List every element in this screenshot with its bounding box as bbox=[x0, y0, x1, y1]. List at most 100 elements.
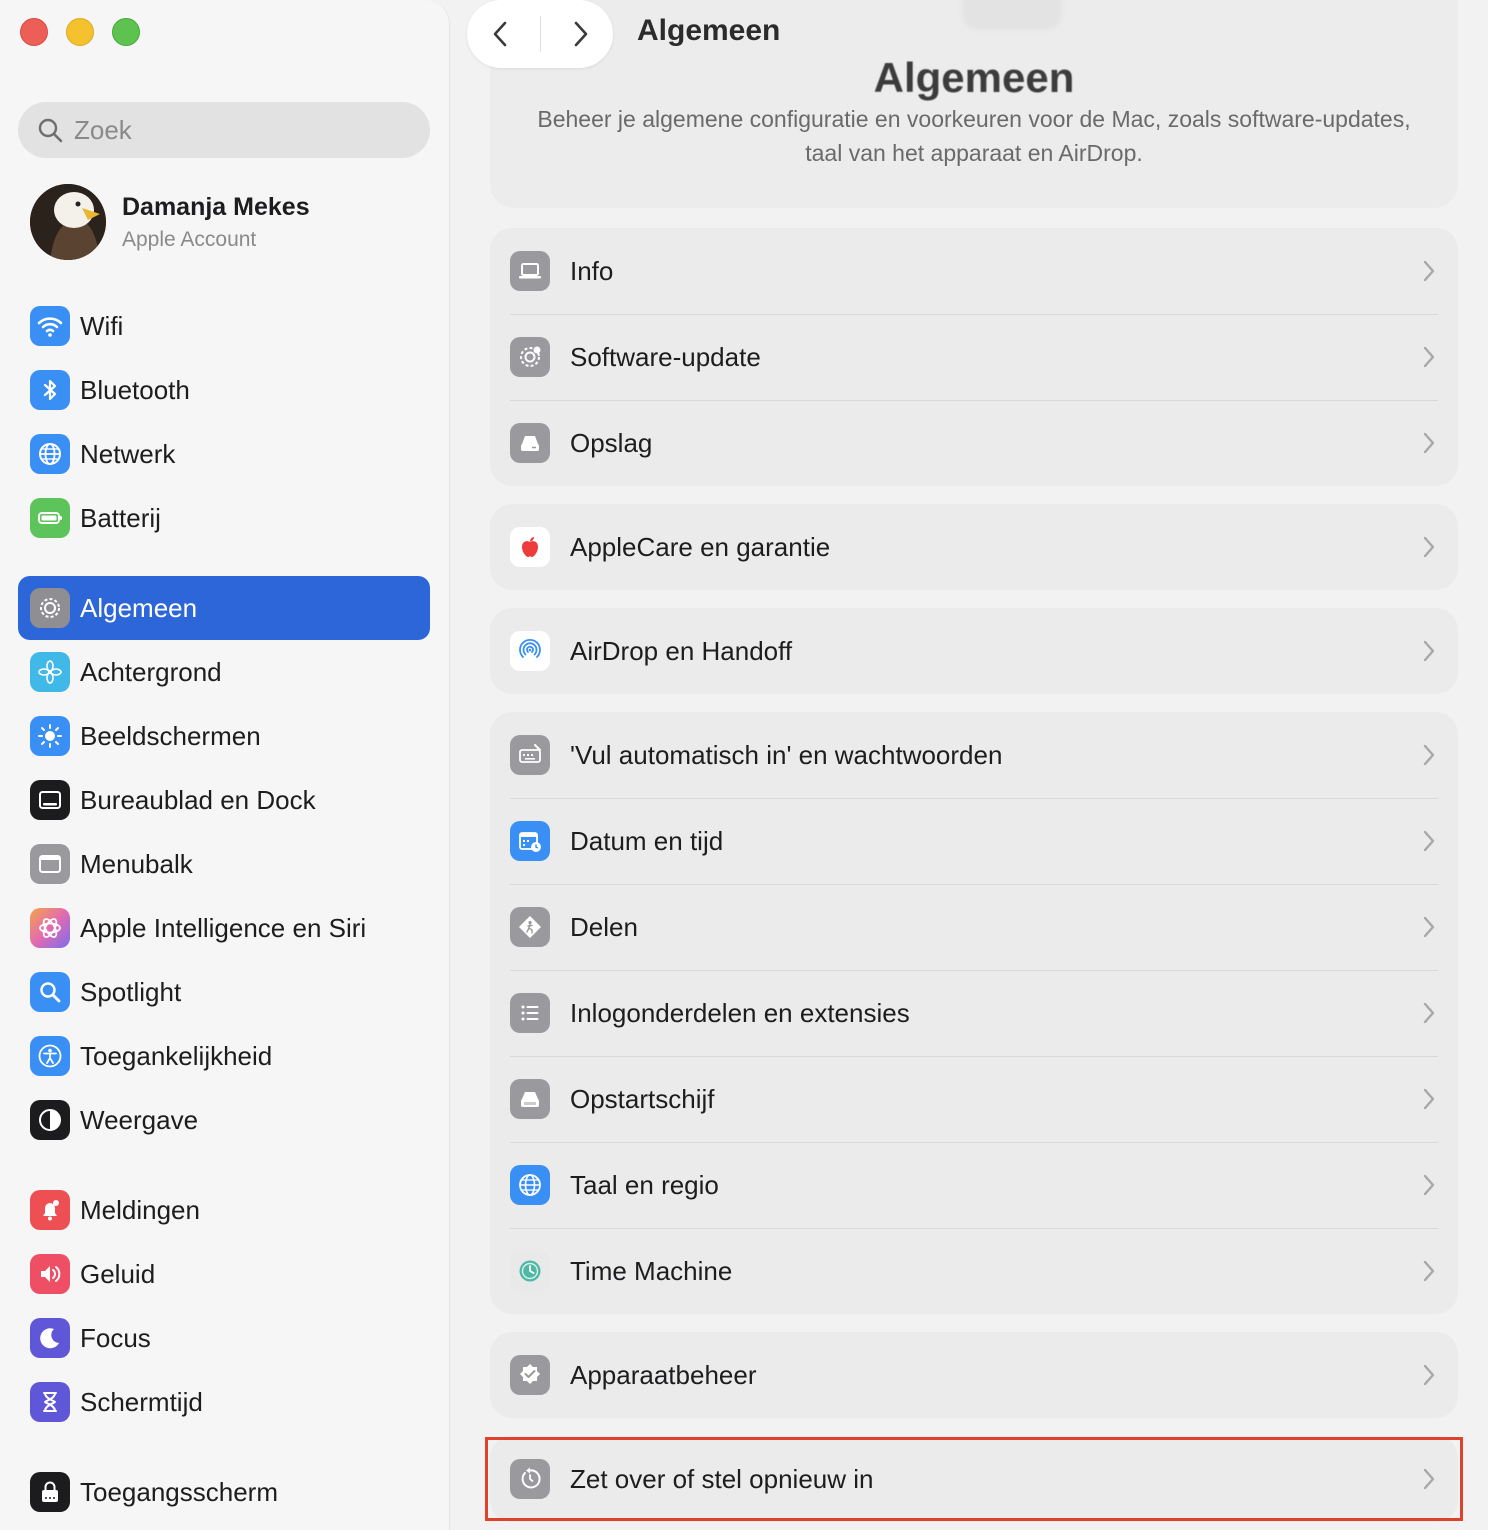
sidebar-item-wifi[interactable]: Wifi bbox=[18, 294, 430, 358]
sidebar-item-achtergrond[interactable]: Achtergrond bbox=[18, 640, 430, 704]
chevron-right-icon bbox=[1423, 260, 1435, 282]
chevron-right-icon bbox=[1423, 1002, 1435, 1024]
row-label: Taal en regio bbox=[570, 1169, 719, 1200]
magnifier-icon bbox=[30, 972, 70, 1012]
chevron-right-icon bbox=[1423, 536, 1435, 558]
gear-icon bbox=[30, 588, 70, 628]
row-autofill-passwords[interactable]: 'Vul automatisch in' en wachtwoorden bbox=[490, 712, 1458, 798]
header-card: Algemeen Beheer je algemene configuratie… bbox=[490, 0, 1458, 208]
siri-icon bbox=[30, 908, 70, 948]
settings-group: Apparaatbeheer bbox=[490, 1332, 1458, 1418]
avatar bbox=[30, 184, 106, 260]
badge-check-icon bbox=[510, 1355, 550, 1395]
account-name: Damanja Mekes bbox=[122, 192, 310, 221]
keyboard-icon bbox=[510, 735, 550, 775]
search-icon bbox=[38, 118, 63, 143]
chevron-right-icon bbox=[1423, 640, 1435, 662]
row-label: 'Vul automatisch in' en wachtwoorden bbox=[570, 739, 1003, 770]
divider bbox=[539, 16, 541, 52]
row-label: Info bbox=[570, 255, 614, 286]
dock-icon bbox=[30, 780, 70, 820]
battery-icon bbox=[30, 498, 70, 538]
general-settings-icon bbox=[962, 0, 1062, 30]
sidebar-item-algemeen[interactable]: Algemeen bbox=[18, 576, 430, 640]
sidebar-item-label: Wifi bbox=[80, 310, 124, 341]
row-label: Delen bbox=[570, 911, 638, 942]
sidebar-item-label: Toegangsscherm bbox=[80, 1476, 278, 1507]
window-controls bbox=[20, 18, 140, 46]
sidebar-item-menubalk[interactable]: Menubalk bbox=[18, 832, 430, 896]
sidebar-item-bureaublad-en-dock[interactable]: Bureaublad en Dock bbox=[18, 768, 430, 832]
startup-disk-icon bbox=[510, 1079, 550, 1119]
minimize-window-button[interactable] bbox=[66, 18, 94, 46]
sidebar-item-label: Focus bbox=[80, 1322, 151, 1353]
time-machine-icon bbox=[510, 1251, 550, 1291]
sidebar-item-spotlight[interactable]: Spotlight bbox=[18, 960, 430, 1024]
forward-button[interactable] bbox=[556, 9, 606, 59]
sidebar-item-apple-intelligence-en-siri[interactable]: Apple Intelligence en Siri bbox=[18, 896, 430, 960]
settings-group: Zet over of stel opnieuw in bbox=[490, 1436, 1458, 1522]
back-button[interactable] bbox=[475, 9, 525, 59]
settings-group: Info Software-update Opslag bbox=[490, 228, 1458, 486]
row-time-machine[interactable]: Time Machine bbox=[490, 1228, 1458, 1314]
row-language-region[interactable]: Taal en regio bbox=[490, 1142, 1458, 1228]
chevron-right-icon bbox=[1423, 432, 1435, 454]
page-heading: Algemeen bbox=[873, 54, 1075, 101]
sun-icon bbox=[30, 716, 70, 756]
row-transfer-reset[interactable]: Zet over of stel opnieuw in bbox=[490, 1436, 1458, 1522]
sidebar-item-label: Spotlight bbox=[80, 976, 182, 1007]
chevron-right-icon bbox=[1423, 346, 1435, 368]
chevron-right-icon bbox=[1423, 916, 1435, 938]
chevron-right-icon bbox=[1423, 1468, 1435, 1490]
sidebar-item-label: Algemeen bbox=[80, 592, 198, 623]
sidebar-item-label: Weergave bbox=[80, 1104, 199, 1135]
row-airdrop[interactable]: AirDrop en Handoff bbox=[490, 608, 1458, 694]
row-date-time[interactable]: Datum en tijd bbox=[490, 798, 1458, 884]
sidebar-item-geluid[interactable]: Geluid bbox=[18, 1242, 430, 1306]
row-startup-disk[interactable]: Opstartschijf bbox=[490, 1056, 1458, 1142]
list-icon bbox=[510, 993, 550, 1033]
row-label: Opslag bbox=[570, 427, 653, 458]
wifi-icon bbox=[30, 306, 70, 346]
chevron-right-icon bbox=[1423, 1260, 1435, 1282]
row-device-management[interactable]: Apparaatbeheer bbox=[490, 1332, 1458, 1418]
zoom-window-button[interactable] bbox=[112, 18, 140, 46]
sidebar-item-label: Batterij bbox=[80, 502, 161, 533]
search-field[interactable]: Zoek bbox=[18, 102, 430, 158]
row-delen[interactable]: Delen bbox=[490, 884, 1458, 970]
sidebar-item-meldingen[interactable]: Meldingen bbox=[18, 1178, 430, 1242]
sidebar-item-label: Menubalk bbox=[80, 848, 193, 879]
sidebar-item-label: Netwerk bbox=[80, 438, 176, 469]
speaker-icon bbox=[30, 1254, 70, 1294]
account-subtitle: Apple Account bbox=[122, 227, 257, 251]
row-opslag[interactable]: Opslag bbox=[490, 400, 1458, 486]
menubar-icon bbox=[30, 844, 70, 884]
sidebar-item-focus[interactable]: Focus bbox=[18, 1306, 430, 1370]
close-window-button[interactable] bbox=[20, 18, 48, 46]
sidebar-item-label: Beeldschermen bbox=[80, 720, 261, 751]
sidebar-item-beeldschermen[interactable]: Beeldschermen bbox=[18, 704, 430, 768]
sidebar-item-weergave[interactable]: Weergave bbox=[18, 1088, 430, 1152]
row-info[interactable]: Info bbox=[490, 228, 1458, 314]
sidebar-item-netwerk[interactable]: Netwerk bbox=[18, 422, 430, 486]
sidebar-item-batterij[interactable]: Batterij bbox=[18, 486, 430, 550]
main-content: Algemeen Beheer je algemene configuratie… bbox=[451, 0, 1488, 1530]
row-login-items[interactable]: Inlogonderdelen en extensies bbox=[490, 970, 1458, 1056]
sidebar-item-toegangsscherm[interactable]: Toegangsscherm bbox=[18, 1460, 430, 1524]
sidebar-item-toegankelijkheid[interactable]: Toegankelijkheid bbox=[18, 1024, 430, 1088]
sidebar-item-label: Achtergrond bbox=[80, 656, 222, 687]
row-label: Time Machine bbox=[570, 1255, 733, 1286]
sidebar-item-bluetooth[interactable]: Bluetooth bbox=[18, 358, 430, 422]
row-software-update[interactable]: Software-update bbox=[490, 314, 1458, 400]
moon-icon bbox=[30, 1318, 70, 1358]
row-applecare[interactable]: AppleCare en garantie bbox=[490, 504, 1458, 590]
settings-group: AppleCare en garantie bbox=[490, 504, 1458, 590]
sidebar-item-schermtijd[interactable]: Schermtijd bbox=[18, 1370, 430, 1434]
sidebar-item-label: Meldingen bbox=[80, 1194, 200, 1225]
apple-account[interactable]: Damanja Mekes Apple Account bbox=[30, 184, 310, 260]
search-placeholder: Zoek bbox=[74, 114, 132, 145]
chevron-right-icon bbox=[1423, 1364, 1435, 1386]
bluetooth-icon bbox=[30, 370, 70, 410]
sidebar: Zoek Damanja Mekes Apple Account Wifi Bl… bbox=[0, 0, 450, 1530]
hourglass-icon bbox=[30, 1382, 70, 1422]
